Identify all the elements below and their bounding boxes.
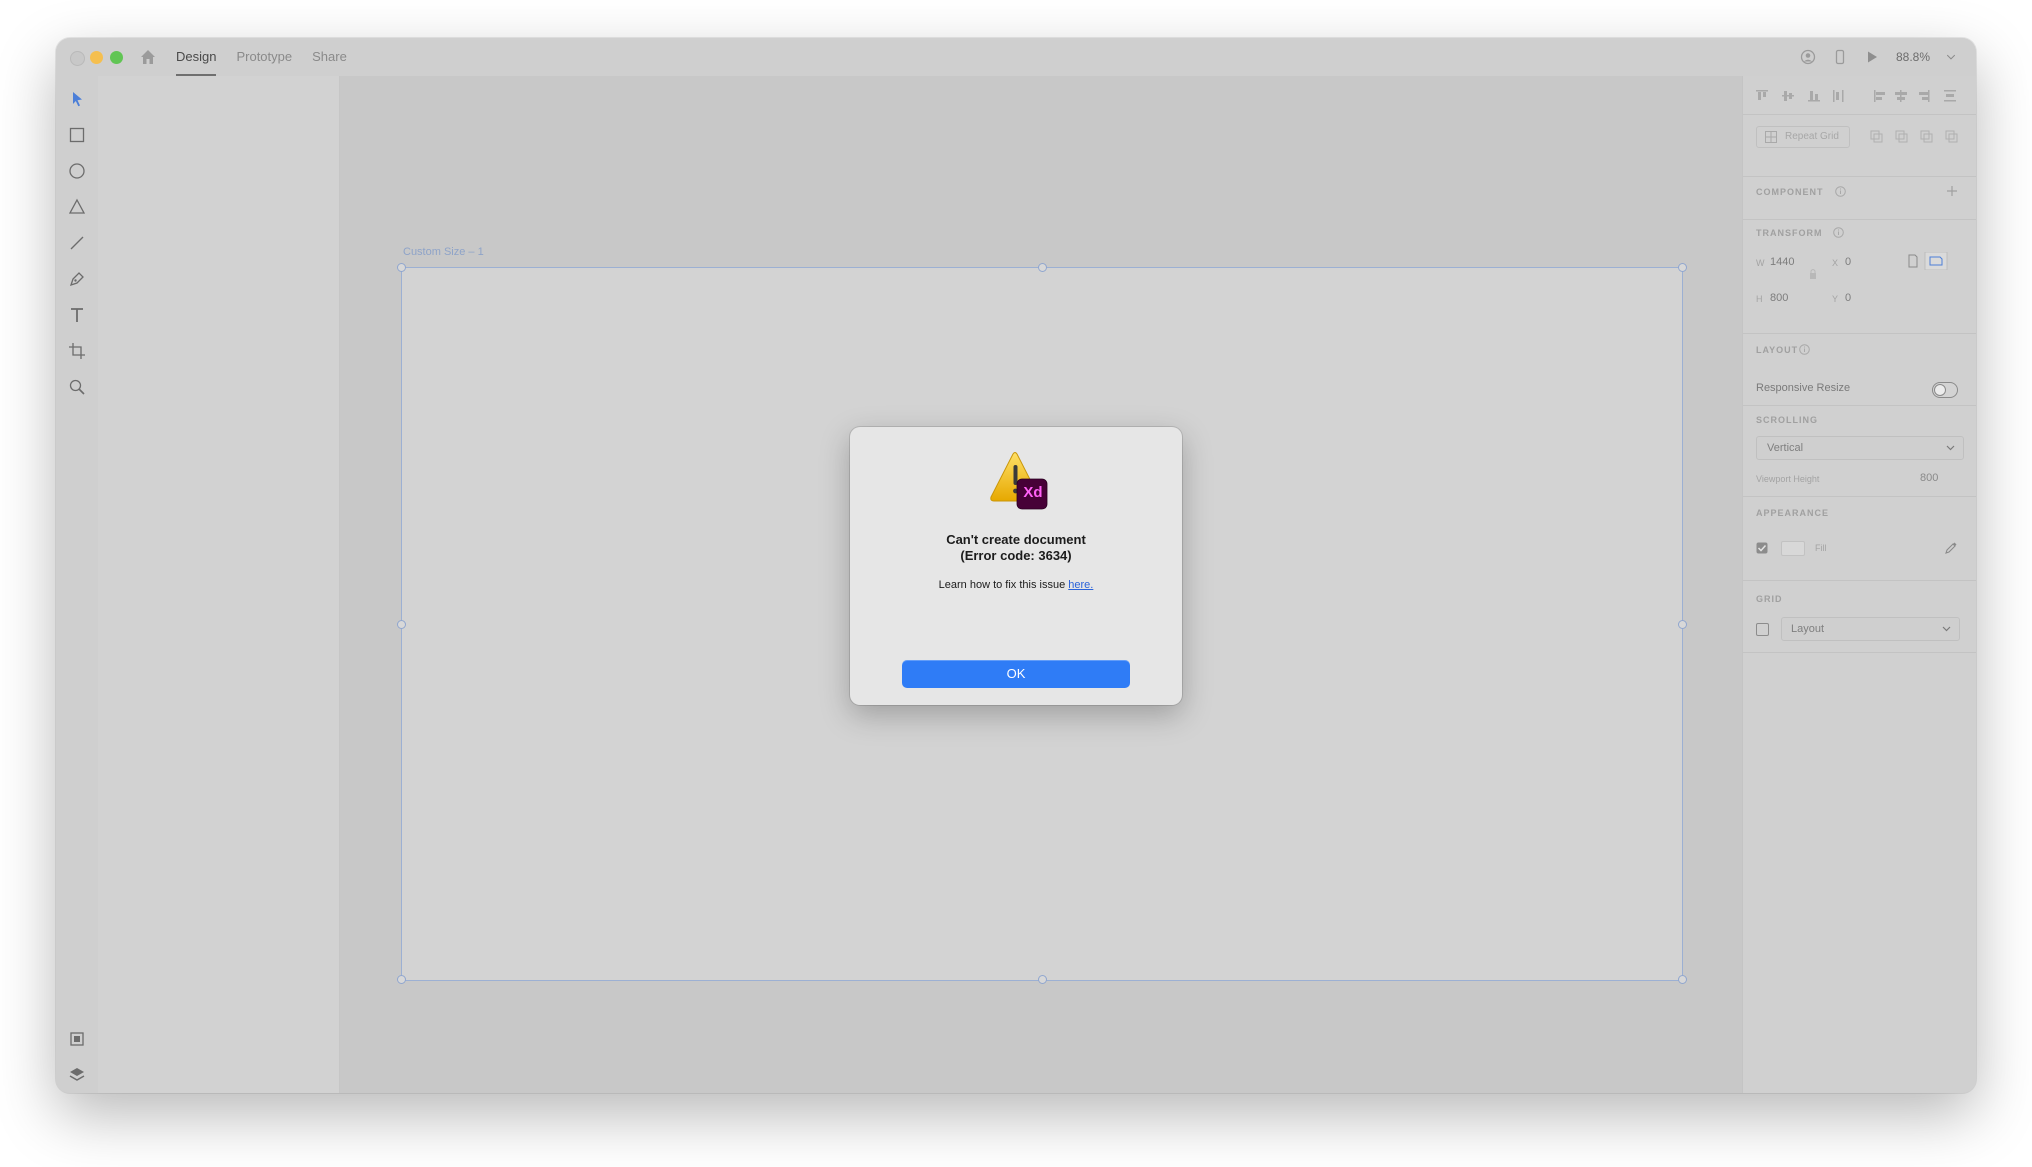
resize-handle-right[interactable] [1678,620,1687,629]
repeat-grid-label: Repeat Grid [1785,131,1839,142]
chevron-down-icon[interactable] [1946,49,1956,65]
y-field[interactable]: 0 [1845,292,1851,304]
window-close-button[interactable] [70,51,85,66]
info-icon[interactable] [1799,344,1810,355]
user-icon[interactable] [1800,49,1816,65]
appearance-section: APPEARANCE Fill [1743,496,1976,581]
height-field[interactable]: 800 [1770,292,1788,304]
repeat-grid-button[interactable]: Repeat Grid [1756,126,1850,148]
select-tool-icon[interactable] [68,90,86,108]
fill-label: Fill [1815,543,1827,553]
titlebar-actions: 88.8% [1800,38,1956,76]
dialog-title: Can't create document (Error code: 3634) [850,532,1182,564]
viewport-height-field[interactable]: 800 [1920,472,1938,484]
responsive-resize-toggle[interactable] [1932,382,1958,398]
window-minimize-button[interactable] [90,51,103,64]
scrolling-heading: SCROLLING [1756,415,1818,425]
play-icon[interactable] [1864,49,1880,65]
x-field[interactable]: 0 [1845,256,1851,268]
tab-design[interactable]: Design [176,38,217,76]
polygon-tool-icon[interactable] [68,198,86,216]
add-component-icon[interactable] [1946,185,1958,197]
scrolling-select-value: Vertical [1767,442,1804,454]
appearance-heading: APPEARANCE [1756,508,1830,518]
title-bar: Design Prototype Share 88.8% [56,38,1976,77]
width-field[interactable]: 1440 [1770,256,1794,268]
property-inspector: Repeat Grid COMPONENT TRANSFORM W 1440 H… [1742,76,1976,1093]
repeat-grid-row: Repeat Grid [1743,114,1976,176]
transform-heading: TRANSFORM [1756,228,1823,238]
orientation-icons[interactable] [1903,252,1963,270]
assets-icon[interactable] [68,1030,86,1048]
width-label: W [1756,258,1765,268]
chevron-down-icon [1942,626,1951,632]
layout-heading: LAYOUT [1756,345,1799,355]
pen-tool-icon[interactable] [68,270,86,288]
component-section: COMPONENT [1743,176,1976,220]
ellipse-tool-icon[interactable] [68,162,86,180]
resize-handle-bottom[interactable] [1038,975,1047,984]
window-zoom-button[interactable] [110,51,123,64]
dialog-message-text: Learn how to fix this issue [938,579,1069,591]
resize-handle-top-left[interactable] [397,263,406,272]
dialog-title-line2: (Error code: 3634) [960,548,1072,563]
layout-section: LAYOUT Responsive Resize [1743,333,1976,406]
ok-button[interactable]: OK [902,660,1130,688]
artboard-tool-icon[interactable] [68,342,86,360]
resize-handle-bottom-right[interactable] [1678,975,1687,984]
warning-xd-icon [990,452,1048,510]
dialog-title-line1: Can't create document [946,532,1086,547]
mobile-preview-icon[interactable] [1832,49,1848,65]
resize-handle-top-right[interactable] [1678,263,1687,272]
artboard-label[interactable]: Custom Size – 1 [403,246,484,258]
tab-share[interactable]: Share [312,38,347,76]
scrolling-section: SCROLLING Vertical Viewport Height 800 [1743,405,1976,497]
line-tool-icon[interactable] [68,234,86,252]
grid-checkbox[interactable] [1756,623,1769,636]
grid-type-select[interactable]: Layout [1781,617,1960,641]
resize-handle-left[interactable] [397,620,406,629]
layers-icon[interactable] [68,1066,86,1084]
home-icon[interactable] [139,48,157,66]
height-label: H [1756,294,1763,304]
responsive-resize-label: Responsive Resize [1756,382,1851,394]
viewport-height-label: Viewport Height [1756,474,1820,484]
tab-prototype[interactable]: Prototype [236,38,292,76]
repeat-grid-icon [1765,131,1777,143]
info-icon[interactable] [1833,227,1844,238]
component-heading: COMPONENT [1756,187,1824,197]
info-icon[interactable] [1835,186,1846,197]
zoom-tool-icon[interactable] [68,378,86,396]
fill-color-swatch[interactable] [1781,541,1805,556]
boolean-ops-icons[interactable] [1870,130,1965,144]
zoom-level[interactable]: 88.8% [1896,50,1930,64]
grid-section: GRID Layout [1743,580,1976,653]
side-panel [98,76,340,1093]
grid-type-value: Layout [1791,623,1825,635]
text-tool-icon[interactable] [68,306,86,324]
dialog-message: Learn how to fix this issue here. [850,579,1182,591]
x-label: X [1832,258,1839,268]
transform-section: TRANSFORM W 1440 H 800 X 0 Y 0 [1743,218,1976,334]
grid-heading: GRID [1756,594,1783,604]
align-icons[interactable] [1756,89,1971,103]
tool-rail [56,76,99,1093]
rectangle-tool-icon[interactable] [68,126,86,144]
eyedropper-icon[interactable] [1944,541,1958,555]
xd-badge: Xd [1023,484,1043,501]
align-toolbar [1743,76,1976,115]
chevron-down-icon [1946,445,1955,451]
lock-aspect-icon[interactable] [1809,268,1817,280]
resize-handle-bottom-left[interactable] [397,975,406,984]
scrolling-select[interactable]: Vertical [1756,436,1964,460]
error-dialog: Xd Can't create document (Error code: 36… [850,427,1182,705]
resize-handle-top[interactable] [1038,263,1047,272]
fix-issue-link[interactable]: here. [1068,579,1093,591]
mode-tabs: Design Prototype Share [176,38,367,76]
y-label: Y [1832,294,1839,304]
fill-checkbox[interactable] [1756,542,1768,554]
